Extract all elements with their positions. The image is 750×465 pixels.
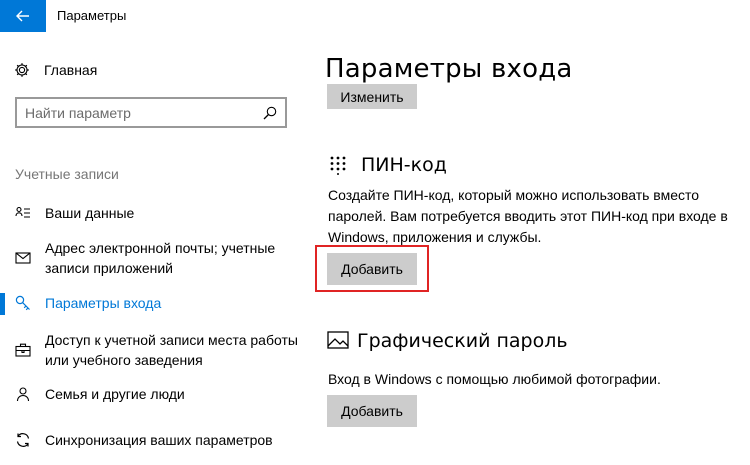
sidebar-item-your-info[interactable]: Ваши данные xyxy=(0,203,310,223)
sidebar-item-label: Адрес электронной почты; учетные записи … xyxy=(45,240,276,276)
back-arrow-icon xyxy=(16,10,29,22)
sidebar-item-label: Ваши данные xyxy=(45,205,135,221)
pin-heading: ПИН-код xyxy=(361,154,447,176)
mail-icon xyxy=(13,248,33,268)
picture-password-heading: Графический пароль xyxy=(357,330,568,352)
app-title: Параметры xyxy=(57,8,127,23)
search-box[interactable] xyxy=(15,97,287,128)
pin-section-heading: ПИН-код xyxy=(329,154,447,176)
title-bar: Параметры xyxy=(0,0,750,32)
pin-description: Создайте ПИН-код, который можно использо… xyxy=(328,187,728,245)
change-password-button[interactable]: Изменить xyxy=(327,84,417,109)
sidebar-item-label: Параметры входа xyxy=(45,295,162,311)
back-button[interactable] xyxy=(0,0,46,32)
image-icon xyxy=(327,331,349,351)
briefcase-icon xyxy=(13,340,33,360)
page-title: Параметры входа xyxy=(325,54,573,84)
people-icon xyxy=(13,384,33,404)
keypad-icon xyxy=(329,155,349,175)
sync-icon xyxy=(13,430,33,450)
sidebar-item-label: Доступ к учетной записи места работы или… xyxy=(45,332,298,368)
search-input[interactable] xyxy=(25,104,255,122)
sidebar-item-label: Синхронизация ваших параметров xyxy=(45,432,273,448)
key-icon xyxy=(13,293,33,313)
section-title: Учетные записи xyxy=(15,166,119,182)
add-picture-password-button[interactable]: Добавить xyxy=(327,395,417,427)
sidebar-item-label: Семья и другие люди xyxy=(45,386,185,402)
nav-home-label: Главная xyxy=(44,62,98,78)
sidebar-item-sign-in-options[interactable]: Параметры входа xyxy=(0,293,310,315)
picture-password-description: Вход в Windows с помощью любимой фотогра… xyxy=(328,371,661,387)
sidebar-item-family[interactable]: Семья и другие люди xyxy=(0,384,310,404)
sidebar-item-sync[interactable]: Синхронизация ваших параметров xyxy=(0,430,310,450)
search-icon[interactable] xyxy=(263,106,277,120)
nav-home[interactable]: Главная xyxy=(12,58,97,82)
person-card-icon xyxy=(13,203,33,223)
sidebar-item-email-accounts[interactable]: Адрес электронной почты; учетные записи … xyxy=(0,238,310,278)
gear-icon xyxy=(12,60,32,80)
selection-indicator xyxy=(0,293,5,315)
sidebar-item-work-access[interactable]: Доступ к учетной записи места работы или… xyxy=(0,330,310,370)
highlight-frame xyxy=(315,245,429,292)
picture-password-section-heading: Графический пароль xyxy=(327,330,568,352)
